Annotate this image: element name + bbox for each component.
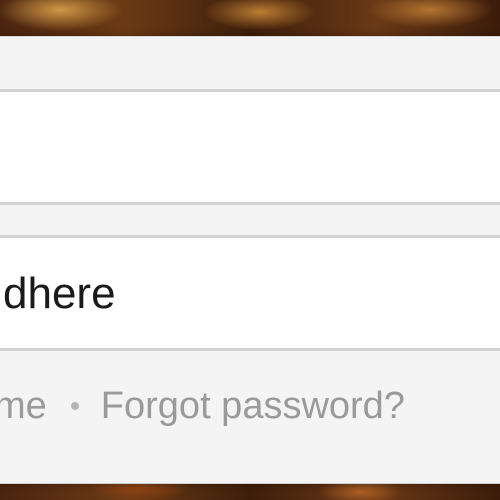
username-input[interactable]: [0, 89, 500, 205]
password-input-value: dhere: [3, 269, 116, 318]
bullet-separator-icon: [70, 402, 79, 410]
screen: dhere me Forgot password?: [0, 0, 500, 500]
forgot-password-link[interactable]: Forgot password?: [101, 385, 405, 428]
login-panel: dhere me Forgot password?: [0, 36, 500, 484]
password-input[interactable]: dhere: [0, 235, 500, 351]
remember-me-link[interactable]: me: [0, 385, 47, 428]
login-links: me Forgot password?: [0, 382, 405, 430]
